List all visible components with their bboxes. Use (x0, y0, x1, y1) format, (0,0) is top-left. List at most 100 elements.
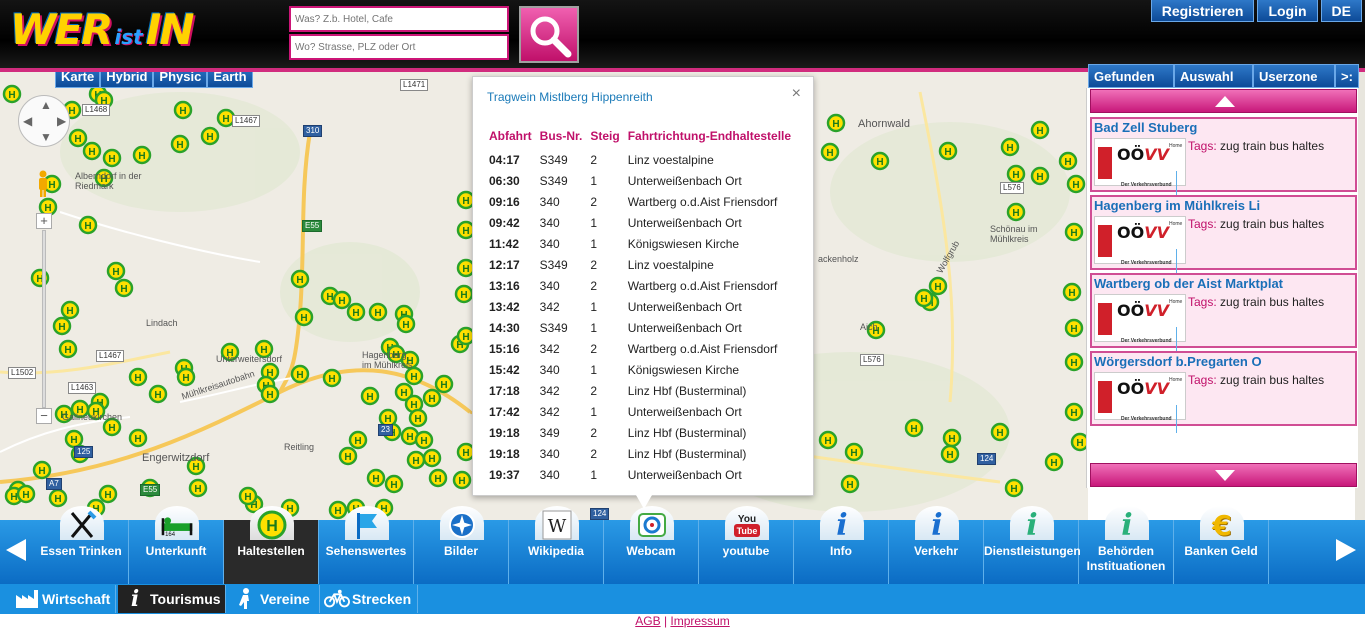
bus-stop-marker[interactable]: H (914, 288, 934, 308)
maptype-earth[interactable]: Earth (207, 72, 253, 88)
bus-stop-marker[interactable]: H (1004, 478, 1024, 498)
result-card[interactable]: Hagenberg im Mühlkreis Li OÖVV Home Der Ver… (1090, 195, 1357, 277)
bus-stop-marker[interactable]: H (422, 388, 442, 408)
bus-stop-marker[interactable]: H (98, 484, 118, 504)
bus-stop-marker[interactable]: H (290, 364, 310, 384)
result-title[interactable]: Wörgersdorf b.Pregarten O (1094, 354, 1354, 369)
pan-left-icon[interactable]: ◀ (23, 114, 32, 128)
bus-stop-marker[interactable]: H (176, 367, 196, 387)
agb-link[interactable]: AGB (635, 614, 660, 628)
maptype-hybrid[interactable]: Hybrid (100, 72, 154, 88)
bus-stop-marker[interactable]: H (360, 386, 380, 406)
bus-stop-marker[interactable]: H (102, 148, 122, 168)
category-essen-trinken[interactable]: Essen Trinken (34, 506, 129, 584)
category-sehenswertes[interactable]: Sehenswertes (319, 506, 414, 584)
search-where-input[interactable] (289, 34, 509, 60)
impressum-link[interactable]: Impressum (670, 614, 729, 628)
bus-stop-marker[interactable]: H (454, 284, 474, 304)
bus-stop-marker[interactable]: H (1044, 452, 1064, 472)
bus-stop-marker[interactable]: H (870, 151, 890, 171)
bus-stop-marker[interactable]: H (294, 307, 314, 327)
bus-stop-marker[interactable]: H (366, 468, 386, 488)
register-button[interactable]: Registrieren (1150, 0, 1255, 22)
bus-stop-marker[interactable]: H (1064, 222, 1084, 242)
bus-stop-marker[interactable]: H (52, 316, 72, 336)
bus-stop-marker[interactable]: H (928, 276, 948, 296)
maptype-karte[interactable]: Karte (55, 72, 101, 88)
bus-stop-marker[interactable]: H (904, 418, 924, 438)
tab-auswahl[interactable]: Auswahl (1174, 64, 1253, 88)
bus-stop-marker[interactable]: H (942, 428, 962, 448)
tab-gefunden[interactable]: Gefunden (1088, 64, 1174, 88)
bus-stop-marker[interactable]: H (406, 450, 426, 470)
bus-stop-marker[interactable]: H (338, 446, 358, 466)
category-behörden-instituationen[interactable]: i Behörden Instituationen (1079, 506, 1174, 584)
result-title[interactable]: Bad Zell Stuberg (1094, 120, 1354, 135)
scroll-up-button[interactable] (1090, 89, 1357, 113)
pegman-icon[interactable] (36, 170, 50, 198)
bus-stop-marker[interactable]: H (260, 384, 280, 404)
result-title[interactable]: Hagenberg im Mühlkreis Li (1094, 198, 1354, 213)
bus-stop-marker[interactable]: H (844, 442, 864, 462)
bus-stop-marker[interactable]: H (328, 500, 348, 520)
result-card[interactable]: Bad Zell Stuberg OÖVV Home Der Verkehrsverb… (1090, 117, 1357, 199)
category-info[interactable]: i Info (794, 506, 889, 584)
bus-stop-marker[interactable]: H (1064, 318, 1084, 338)
bus-stop-marker[interactable]: H (16, 484, 36, 504)
bus-stop-marker[interactable]: H (348, 430, 368, 450)
login-button[interactable]: Login (1257, 0, 1318, 22)
bus-stop-marker[interactable]: H (938, 141, 958, 161)
maptype-physic[interactable]: Physic (153, 72, 208, 88)
category-bilder[interactable]: Bilder (414, 506, 509, 584)
zoom-slider[interactable] (42, 230, 46, 408)
pan-right-icon[interactable]: ▶ (57, 114, 66, 128)
bus-stop-marker[interactable]: H (106, 261, 126, 281)
bus-stop-marker[interactable]: H (128, 367, 148, 387)
bus-stop-marker[interactable]: H (384, 474, 404, 494)
bus-stop-marker[interactable]: H (64, 429, 84, 449)
bus-stop-marker[interactable]: H (414, 430, 434, 450)
subnav-tourismus[interactable]: i Tourismus (118, 585, 226, 613)
bus-stop-marker[interactable]: H (173, 100, 193, 120)
bus-stop-marker[interactable]: H (238, 486, 258, 506)
bus-stop-marker[interactable]: H (188, 478, 208, 498)
bus-stop-marker[interactable]: H (422, 448, 442, 468)
bus-stop-marker[interactable]: H (404, 366, 424, 386)
pan-control[interactable]: ▲ ◀ ▶ ▼ (18, 95, 70, 147)
bus-stop-marker[interactable]: H (148, 384, 168, 404)
result-card[interactable]: Wörgersdorf b.Pregarten O OÖVV Home Der Ver… (1090, 351, 1357, 433)
bus-stop-marker[interactable]: H (114, 278, 134, 298)
category-wikipedia[interactable]: W Wikipedia (509, 506, 604, 584)
tab-more[interactable]: >: (1335, 64, 1359, 88)
category-youtube[interactable]: You Tube youtube (699, 506, 794, 584)
pan-up-icon[interactable]: ▲ (40, 98, 52, 112)
bus-stop-marker[interactable]: H (170, 134, 190, 154)
bus-stop-marker[interactable]: H (1062, 282, 1082, 302)
bus-stop-marker[interactable]: H (368, 302, 388, 322)
bus-stop-marker[interactable]: H (1030, 166, 1050, 186)
pan-down-icon[interactable]: ▼ (40, 130, 52, 144)
bus-stop-marker[interactable]: H (48, 488, 68, 508)
bus-stop-marker[interactable]: H (826, 113, 846, 133)
bus-stop-marker[interactable]: H (68, 128, 88, 148)
bus-stop-marker[interactable]: H (452, 470, 472, 490)
subnav-wirtschaft[interactable]: Wirtschaft (10, 585, 116, 613)
bus-stop-marker[interactable]: H (82, 141, 102, 161)
bus-stop-marker[interactable]: H (1058, 151, 1078, 171)
bus-stop-marker[interactable]: H (1066, 174, 1086, 194)
bus-stop-marker[interactable]: H (396, 314, 416, 334)
bus-stop-marker[interactable]: H (940, 444, 960, 464)
bus-stop-marker[interactable]: H (346, 302, 366, 322)
bus-stop-marker[interactable]: H (32, 460, 52, 480)
category-prev-button[interactable] (2, 528, 32, 572)
close-icon[interactable]: × (792, 85, 801, 103)
language-button[interactable]: DE (1320, 0, 1362, 22)
bus-stop-marker[interactable]: H (322, 368, 342, 388)
bus-stop-marker[interactable]: H (818, 430, 838, 450)
result-title[interactable]: Wartberg ob der Aist Marktplat (1094, 276, 1354, 291)
bus-stop-marker[interactable]: H (408, 408, 428, 428)
bus-stop-marker[interactable]: H (1006, 202, 1026, 222)
category-webcam[interactable]: Webcam (604, 506, 699, 584)
category-banken-geld[interactable]: € Banken Geld (1174, 506, 1269, 584)
scroll-down-button[interactable] (1090, 463, 1357, 487)
